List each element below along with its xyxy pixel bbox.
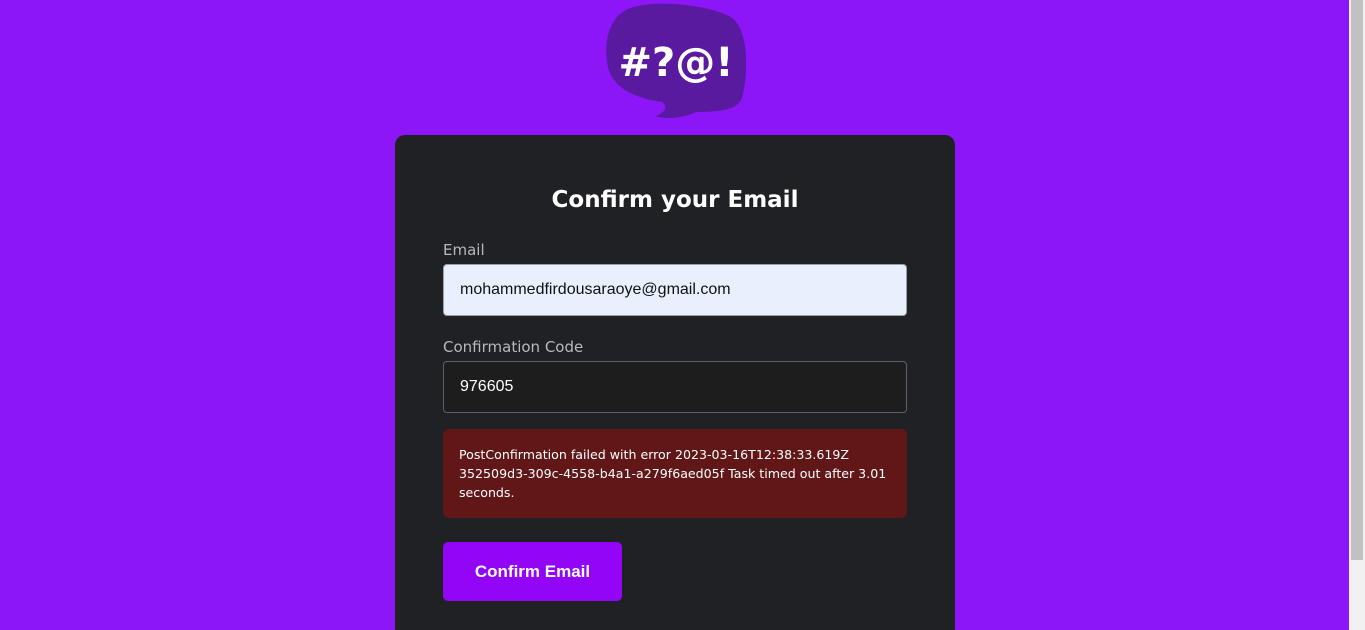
email-label: Email bbox=[443, 241, 485, 259]
logo: #?@! bbox=[604, 2, 748, 120]
confirm-email-card: Confirm your Email Email Confirmation Co… bbox=[395, 135, 955, 630]
speech-bubble-logo-icon: #?@! bbox=[606, 3, 747, 119]
error-alert: PostConfirmation failed with error 2023-… bbox=[443, 429, 907, 518]
confirmation-code-label: Confirmation Code bbox=[443, 338, 584, 356]
page-scrollbar[interactable] bbox=[1349, 0, 1365, 630]
email-input[interactable] bbox=[443, 264, 907, 316]
page: #?@! Confirm your Email Email Confirmati… bbox=[0, 0, 1365, 630]
error-message: PostConfirmation failed with error 2023-… bbox=[459, 447, 887, 500]
scrollbar-thumb[interactable] bbox=[1351, 0, 1363, 560]
confirm-email-button[interactable]: Confirm Email bbox=[443, 542, 622, 601]
confirmation-code-input[interactable] bbox=[443, 361, 907, 413]
form-title: Confirm your Email bbox=[551, 187, 799, 213]
logo-text: #?@! bbox=[619, 40, 734, 86]
